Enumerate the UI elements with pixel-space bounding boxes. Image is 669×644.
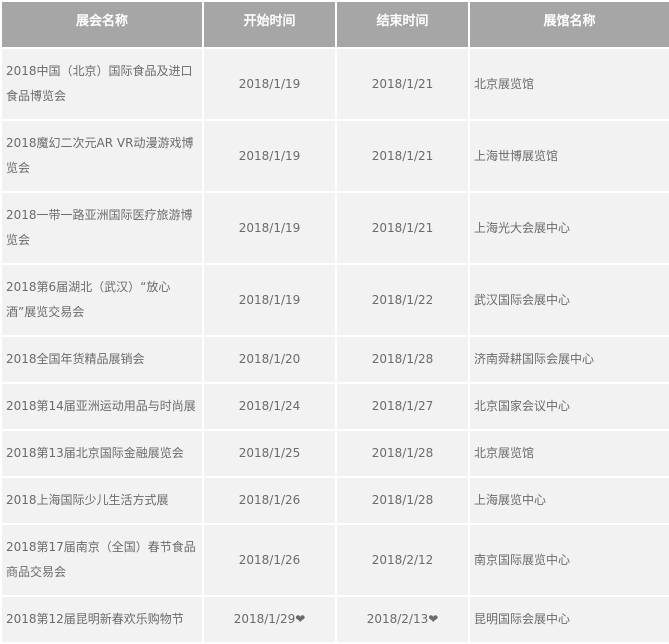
start-date-cell: 2018/1/24 xyxy=(204,384,335,429)
start-date-cell: 2018/1/29❤ xyxy=(204,597,335,642)
end-date-cell: 2018/1/27 xyxy=(337,384,468,429)
start-date-cell: 2018/1/26 xyxy=(204,478,335,523)
venue-cell: 北京展览馆 xyxy=(470,431,669,476)
end-date-cell: 2018/1/22 xyxy=(337,265,468,335)
start-date-cell: 2018/1/19 xyxy=(204,49,335,119)
exhibition-name-cell: 2018全国年货精品展销会 xyxy=(2,337,202,382)
table-row: 2018魔幻二次元AR VR动漫游戏博览会 2018/1/19 2018/1/2… xyxy=(2,121,669,191)
venue-cell: 上海展览中心 xyxy=(470,478,669,523)
end-date-cell: 2018/1/28 xyxy=(337,431,468,476)
table-row: 2018第14届亚洲运动用品与时尚展 2018/1/24 2018/1/27 北… xyxy=(2,384,669,429)
table-header-row: 展会名称 开始时间 结束时间 展馆名称 xyxy=(2,2,669,47)
end-date-cell: 2018/1/28 xyxy=(337,337,468,382)
exhibition-name-cell: 2018第17届南京（全国）春节食品商品交易会 xyxy=(2,525,202,595)
exhibition-name-cell: 2018第6届湖北（武汉）“放心酒”展览交易会 xyxy=(2,265,202,335)
header-start-date: 开始时间 xyxy=(204,2,335,47)
header-venue: 展馆名称 xyxy=(470,2,669,47)
table-row: 2018一带一路亚洲国际医疗旅游博览会 2018/1/19 2018/1/21 … xyxy=(2,193,669,263)
exhibition-name-cell: 2018第13届北京国际金融展览会 xyxy=(2,431,202,476)
venue-cell: 武汉国际会展中心 xyxy=(470,265,669,335)
exhibition-name-cell: 2018魔幻二次元AR VR动漫游戏博览会 xyxy=(2,121,202,191)
start-date-cell: 2018/1/20 xyxy=(204,337,335,382)
end-date-cell: 2018/2/13❤ xyxy=(337,597,468,642)
header-exhibition-name: 展会名称 xyxy=(2,2,202,47)
end-date-cell: 2018/1/21 xyxy=(337,121,468,191)
end-date-cell: 2018/1/21 xyxy=(337,193,468,263)
venue-cell: 昆明国际会展中心 xyxy=(470,597,669,642)
table-row: 2018中国（北京）国际食品及进口食品博览会 2018/1/19 2018/1/… xyxy=(2,49,669,119)
table-row: 2018第6届湖北（武汉）“放心酒”展览交易会 2018/1/19 2018/1… xyxy=(2,265,669,335)
table-row: 2018上海国际少儿生活方式展 2018/1/26 2018/1/28 上海展览… xyxy=(2,478,669,523)
exhibition-schedule-table: 展会名称 开始时间 结束时间 展馆名称 2018中国（北京）国际食品及进口食品博… xyxy=(0,0,669,644)
exhibition-name-cell: 2018中国（北京）国际食品及进口食品博览会 xyxy=(2,49,202,119)
venue-cell: 上海光大会展中心 xyxy=(470,193,669,263)
start-date-cell: 2018/1/25 xyxy=(204,431,335,476)
exhibition-name-cell: 2018上海国际少儿生活方式展 xyxy=(2,478,202,523)
start-date-cell: 2018/1/19 xyxy=(204,193,335,263)
exhibition-name-cell: 2018第12届昆明新春欢乐购物节 xyxy=(2,597,202,642)
start-date-cell: 2018/1/19 xyxy=(204,265,335,335)
start-date-cell: 2018/1/19 xyxy=(204,121,335,191)
venue-cell: 上海世博展览馆 xyxy=(470,121,669,191)
end-date-cell: 2018/1/21 xyxy=(337,49,468,119)
table-row: 2018全国年货精品展销会 2018/1/20 2018/1/28 济南舜耕国际… xyxy=(2,337,669,382)
end-date-cell: 2018/2/12 xyxy=(337,525,468,595)
table-row: 2018第13届北京国际金融展览会 2018/1/25 2018/1/28 北京… xyxy=(2,431,669,476)
venue-cell: 济南舜耕国际会展中心 xyxy=(470,337,669,382)
table-row: 2018第12届昆明新春欢乐购物节 2018/1/29❤ 2018/2/13❤ … xyxy=(2,597,669,642)
exhibition-name-cell: 2018第14届亚洲运动用品与时尚展 xyxy=(2,384,202,429)
table-row: 2018第17届南京（全国）春节食品商品交易会 2018/1/26 2018/2… xyxy=(2,525,669,595)
header-end-date: 结束时间 xyxy=(337,2,468,47)
end-date-cell: 2018/1/28 xyxy=(337,478,468,523)
venue-cell: 北京展览馆 xyxy=(470,49,669,119)
venue-cell: 北京国家会议中心 xyxy=(470,384,669,429)
venue-cell: 南京国际展览中心 xyxy=(470,525,669,595)
start-date-cell: 2018/1/26 xyxy=(204,525,335,595)
exhibition-name-cell: 2018一带一路亚洲国际医疗旅游博览会 xyxy=(2,193,202,263)
